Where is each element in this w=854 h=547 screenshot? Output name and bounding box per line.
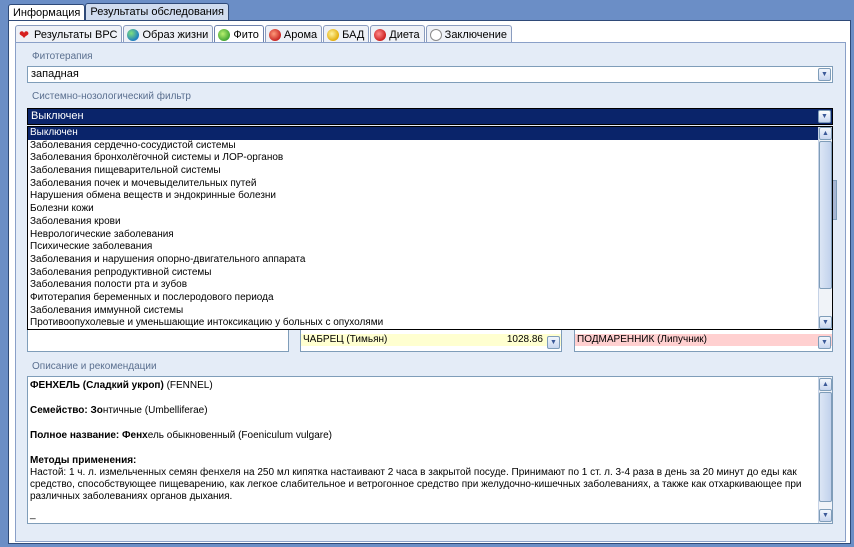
phyto-select-value: западная <box>31 68 79 80</box>
tab-bad[interactable]: БАД <box>323 25 370 43</box>
tab-label: БАД <box>342 28 365 41</box>
methods-label: Методы применения: <box>30 455 137 466</box>
dropdown-option[interactable]: Выключен <box>28 127 832 140</box>
heart-icon: ❤ <box>19 27 30 42</box>
chevron-down-icon[interactable]: ▼ <box>547 336 560 349</box>
family-label: Семейство: Зо <box>30 405 103 416</box>
dropdown-option[interactable]: Заболевания репродуктивной системы <box>28 267 832 280</box>
chevron-down-icon[interactable]: ▼ <box>819 316 832 329</box>
dropdown-option[interactable]: Болезни кожи <box>28 203 832 216</box>
list-item[interactable]: ПОДМАРЕННИК (Липучник) <box>575 334 832 346</box>
fullname-label: Полное название: Фенх <box>30 430 148 441</box>
phyto-select[interactable]: западная ▼ <box>27 66 833 83</box>
flower-icon <box>268 28 281 41</box>
dropdown-option[interactable]: Заболевания бронхолёгочной системы и ЛОР… <box>28 152 832 165</box>
herb-name: ЧАБРЕЦ (Тимьян) <box>303 334 388 345</box>
herb-name: ПОДМАРЕННИК (Липучник) <box>577 334 708 345</box>
tab-lifestyle[interactable]: Образ жизни <box>123 25 214 43</box>
tab-examination-results[interactable]: Результаты обследования <box>85 3 229 21</box>
leaf-icon <box>218 28 231 41</box>
dropdown-option[interactable]: Заболевания сердечно-сосудистой системы <box>28 140 832 153</box>
strawberry-icon <box>374 28 387 41</box>
tab-diet[interactable]: Диета <box>370 25 425 43</box>
chevron-down-icon[interactable]: ▼ <box>818 336 831 349</box>
dropdown-option[interactable]: Заболевания иммунной системы <box>28 305 832 318</box>
globe-icon <box>127 28 140 41</box>
tab-label: Результаты ВРС <box>34 28 118 41</box>
tab-aroma[interactable]: Арома <box>264 25 323 43</box>
dropdown-option[interactable]: Противоопухолевые и уменьшающие интоксик… <box>28 317 832 329</box>
dropdown-option[interactable]: Заболевания полости рта и зубов <box>28 279 832 292</box>
chevron-up-icon[interactable]: ▲ <box>819 127 832 140</box>
tab-label: Фито <box>233 28 259 41</box>
chevron-up-icon[interactable]: ▲ <box>819 378 832 391</box>
herb-title-latin: (FENNEL) <box>163 380 213 391</box>
tab-vrs-results[interactable]: ❤ Результаты ВРС <box>15 25 123 43</box>
herb-value: 1028.86 <box>506 334 543 345</box>
document-icon <box>429 28 442 41</box>
chevron-down-icon[interactable]: ▼ <box>818 110 831 123</box>
dropdown-option[interactable]: Заболевания почек и мочевыделительных пу… <box>28 178 832 191</box>
dropdown-option[interactable]: Нарушения обмена веществ и эндокринные б… <box>28 190 832 203</box>
description-scrollbar[interactable]: ▲ ▼ <box>818 377 832 523</box>
tab-label: Образ жизни <box>142 28 209 41</box>
dropdown-option[interactable]: Неврологические заболевания <box>28 229 832 242</box>
dropdown-option[interactable]: Заболевания и нарушения опорно-двигатель… <box>28 254 832 267</box>
dropdown-option[interactable]: Фитотерапия беременных и послеродового п… <box>28 292 832 305</box>
filter-dropdown-list[interactable]: Выключен Заболевания сердечно-сосудистой … <box>27 126 833 330</box>
methods-text: Настой: 1 ч. л. измельченных семян фенхе… <box>30 467 802 502</box>
tab-phyto[interactable]: Фито <box>214 25 264 43</box>
fullname-value: ель обыкновенный (Foeniculum vulgare) <box>147 430 332 441</box>
scroll-thumb[interactable] <box>819 392 832 502</box>
filter-select[interactable]: Выключен ▼ <box>27 108 833 125</box>
tab-label: Диета <box>389 28 420 41</box>
dropdown-option[interactable]: Заболевания пищеварительной системы <box>28 165 832 178</box>
description-text[interactable]: ФЕНХЕЛЬ (Сладкий укроп) (FENNEL) Семейст… <box>27 376 833 524</box>
pill-icon <box>327 28 340 41</box>
tab-conclusion[interactable]: Заключение <box>425 25 512 43</box>
tab-label: Арома <box>283 28 318 41</box>
dropdown-scrollbar[interactable]: ▲ ▼ <box>818 127 832 329</box>
phyto-label: Фитотерапия <box>32 51 93 62</box>
tab-label: Заключение <box>444 28 507 41</box>
herb-title: ФЕНХЕЛЬ (Сладкий укроп) <box>30 380 164 391</box>
inner-tab-bar: ❤ Результаты ВРС Образ жизни Фито Арома … <box>15 25 513 43</box>
dropdown-option[interactable]: Заболевания крови <box>28 216 832 229</box>
text-cursor: _ <box>30 509 36 520</box>
dropdown-option[interactable]: Психические заболевания <box>28 241 832 254</box>
list-item[interactable]: ЧАБРЕЦ (Тимьян) 1028.86 <box>301 334 561 346</box>
description-label: Описание и рекомендации <box>32 361 157 372</box>
filter-label: Системно-нозологический фильтр <box>32 91 191 102</box>
chevron-down-icon[interactable]: ▼ <box>819 509 832 522</box>
chevron-down-icon[interactable]: ▼ <box>818 68 831 81</box>
family-value: нтичные (Umbelliferae) <box>102 405 208 416</box>
dropdown-items: Выключен Заболевания сердечно-сосудистой … <box>28 127 832 329</box>
filter-select-value: Выключен <box>31 110 84 122</box>
scroll-thumb[interactable] <box>819 141 832 289</box>
top-tab-bar: Информация Результаты обследования <box>8 3 229 22</box>
